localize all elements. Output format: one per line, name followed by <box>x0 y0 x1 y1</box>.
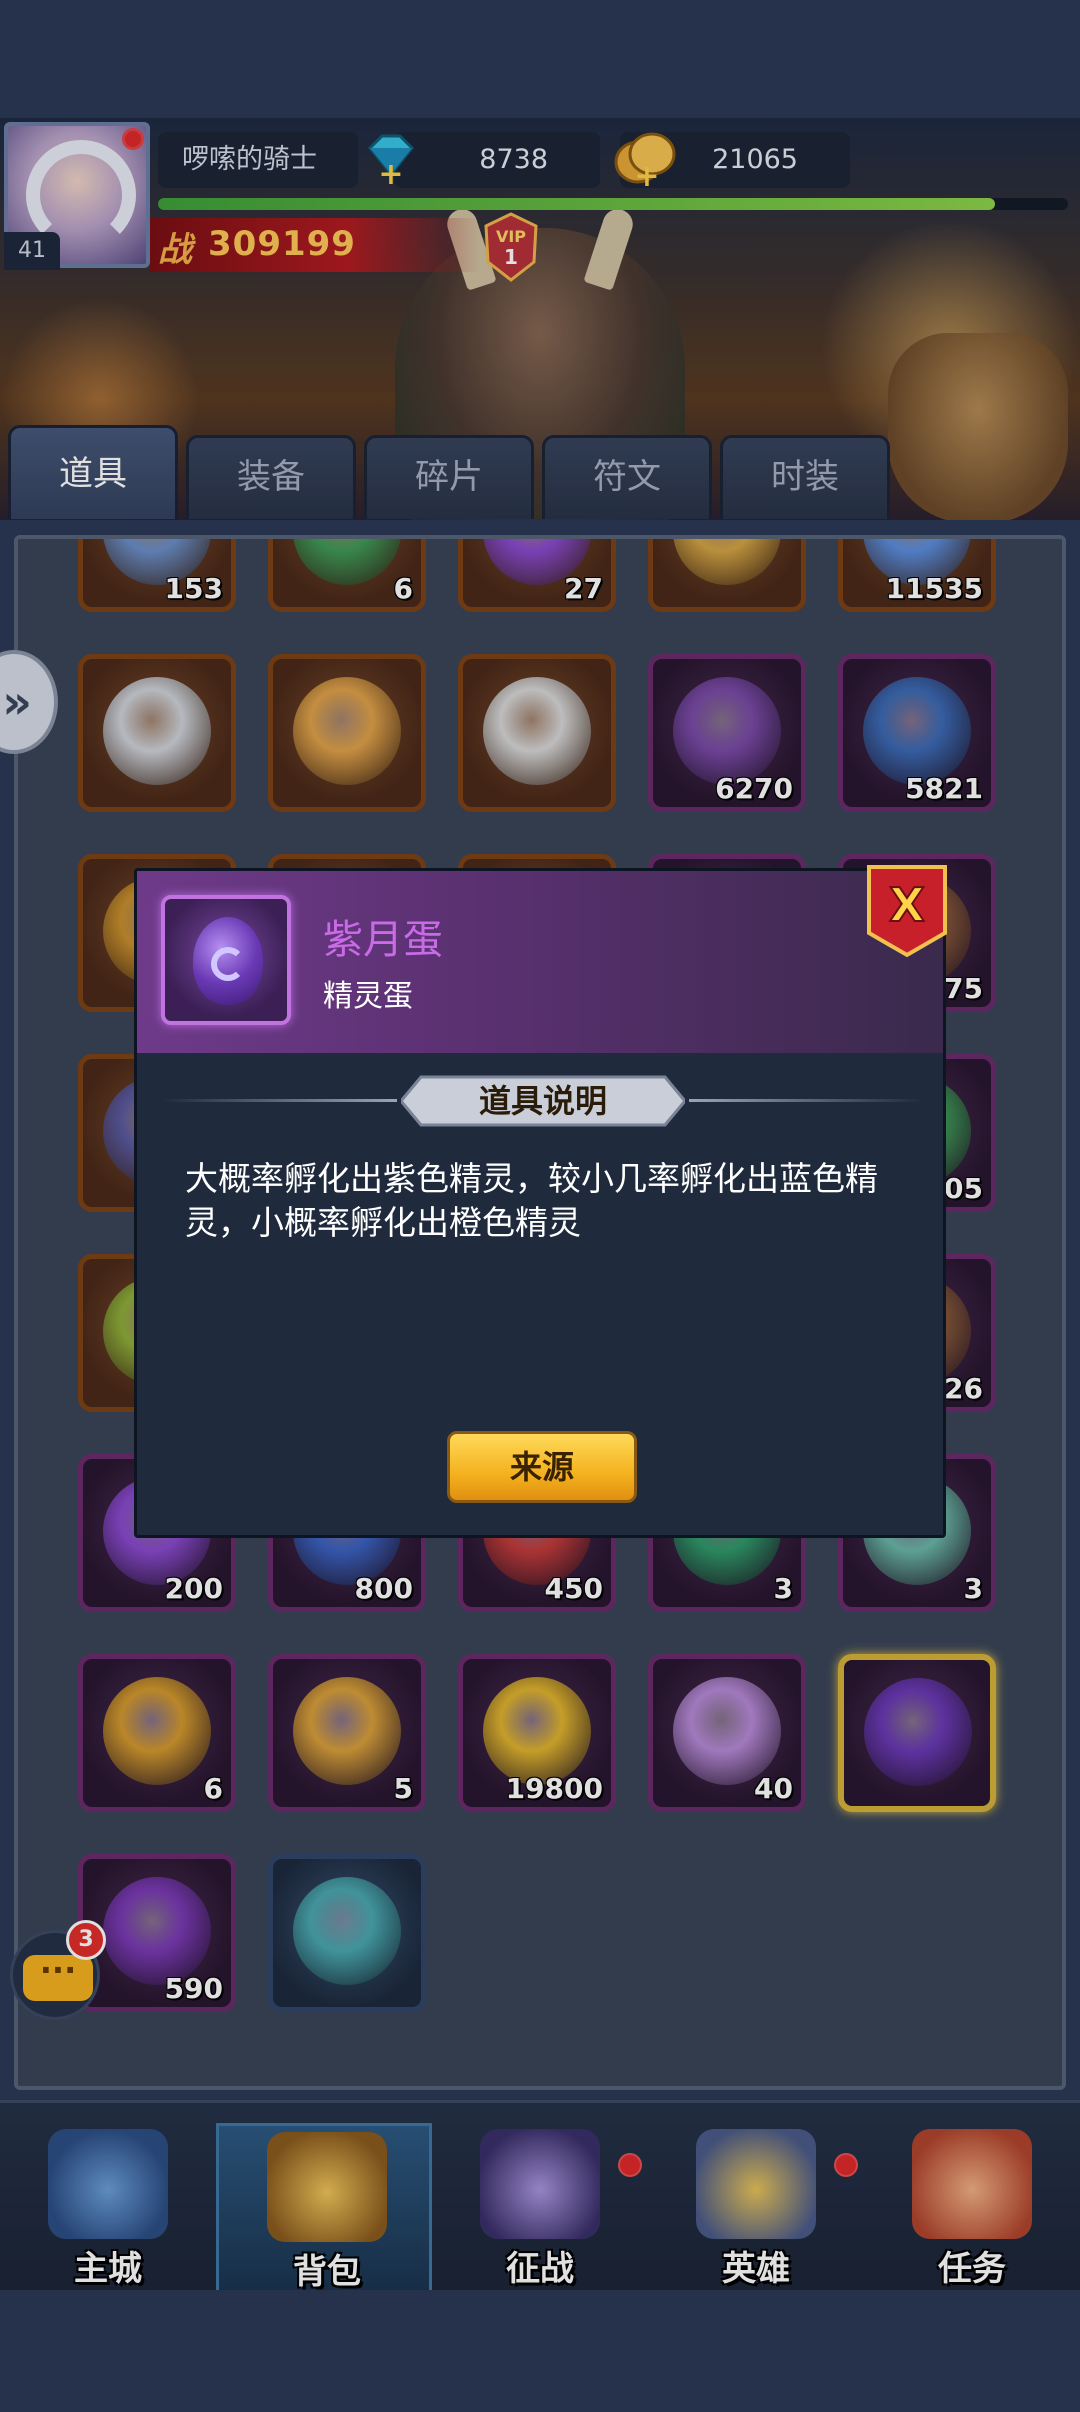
dialog-header: 紫月蛋 精灵蛋 <box>137 871 943 1053</box>
item-name: 紫月蛋 <box>323 917 443 963</box>
item-description: 大概率孵化出紫色精灵，较小几率孵化出蓝色精灵，小概率孵化出橙色精灵 <box>185 1159 878 1242</box>
section-title-text: 道具说明 <box>478 1082 607 1120</box>
item-type: 精灵蛋 <box>323 979 413 1014</box>
purple-moon-egg-icon <box>193 917 263 1005</box>
source-button[interactable]: 来源 <box>447 1431 637 1503</box>
item-detail-dialog: 紫月蛋 精灵蛋 X 道具说明 大概率孵化出紫色精灵，较小几率孵化出蓝色精灵，小概… <box>134 865 947 1538</box>
section-title: 道具说明 <box>401 1075 685 1127</box>
close-button[interactable]: X <box>865 863 949 959</box>
close-icon: X <box>889 878 924 932</box>
item-icon <box>161 895 291 1025</box>
divider <box>689 1099 925 1102</box>
divider <box>161 1099 397 1102</box>
